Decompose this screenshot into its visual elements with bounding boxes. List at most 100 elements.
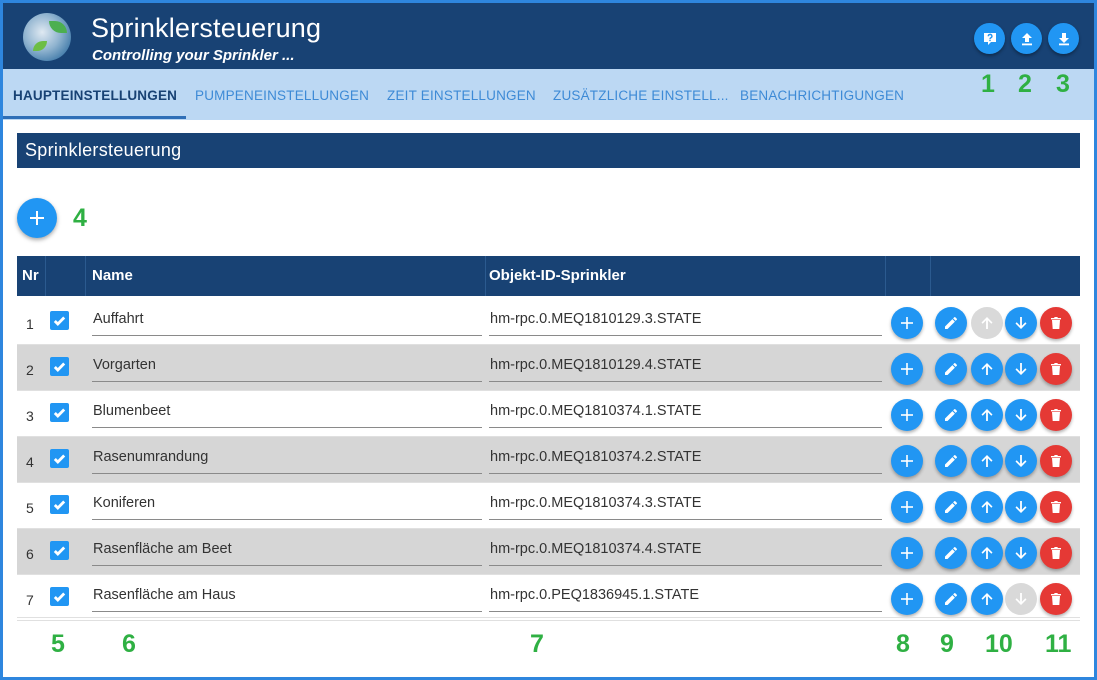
name-input[interactable]: Rasenumrandung xyxy=(92,446,482,474)
help-button[interactable] xyxy=(974,23,1005,54)
delete-button[interactable] xyxy=(1040,583,1072,615)
annotation-2: 2 xyxy=(1018,70,1032,98)
edit-button[interactable] xyxy=(935,537,967,569)
object-id-input[interactable]: hm-rpc.0.MEQ1810374.4.STATE xyxy=(489,538,882,566)
move-down-button[interactable] xyxy=(1005,399,1037,431)
delete-button[interactable] xyxy=(1040,353,1072,385)
object-id-input[interactable]: hm-rpc.0.MEQ1810374.1.STATE xyxy=(489,400,882,428)
add-row-button[interactable] xyxy=(891,307,923,339)
column-header-nr: Nr xyxy=(22,267,39,284)
enabled-checkbox[interactable] xyxy=(50,449,69,468)
table-row: 4 Rasenumrandung hm-rpc.0.MEQ1810374.2.STA… xyxy=(17,437,1080,483)
column-divider xyxy=(85,256,86,296)
delete-button[interactable] xyxy=(1040,491,1072,523)
tab-zeit-einstellungen[interactable]: ZEIT EINSTELLUNGEN xyxy=(387,69,536,120)
object-id-input[interactable]: hm-rpc.0.MEQ1810374.2.STATE xyxy=(489,446,882,474)
plus-icon xyxy=(30,211,44,225)
table-row: 1 Auffahrt hm-rpc.0.MEQ1810129.3.STATE xyxy=(17,299,1080,345)
move-down-button[interactable] xyxy=(1005,353,1037,385)
edit-button[interactable] xyxy=(935,491,967,523)
annotation-5: 5 xyxy=(51,630,65,658)
checkmark-icon xyxy=(53,454,66,464)
move-down-button xyxy=(1005,583,1037,615)
plus-icon xyxy=(901,363,913,375)
enabled-checkbox[interactable] xyxy=(50,587,69,606)
arrow-down-icon xyxy=(1015,593,1027,605)
edit-button[interactable] xyxy=(935,399,967,431)
pencil-icon xyxy=(945,408,958,421)
add-sprinkler-button[interactable] xyxy=(17,198,57,238)
tab-pumpeneinstellungen[interactable]: PUMPENEINSTELLUNGEN xyxy=(195,69,369,120)
column-divider xyxy=(930,256,931,296)
row-number: 5 xyxy=(26,500,34,516)
row-number: 7 xyxy=(26,592,34,608)
pencil-icon xyxy=(945,592,958,605)
trash-icon xyxy=(1051,547,1061,559)
move-down-button[interactable] xyxy=(1005,491,1037,523)
move-down-button[interactable] xyxy=(1005,537,1037,569)
annotation-4: 4 xyxy=(73,204,87,232)
row-number: 6 xyxy=(26,546,34,562)
pencil-icon xyxy=(945,316,958,329)
edit-button[interactable] xyxy=(935,353,967,385)
trash-icon xyxy=(1051,455,1061,467)
arrow-up-icon xyxy=(981,455,993,467)
name-input[interactable]: Rasenfläche am Haus xyxy=(92,584,482,612)
add-row-button[interactable] xyxy=(891,445,923,477)
tab-benachrichtigungen[interactable]: BENACHRICHTIGUNGEN xyxy=(740,69,904,120)
object-id-input[interactable]: hm-rpc.0.MEQ1810129.4.STATE xyxy=(489,354,882,382)
edit-button[interactable] xyxy=(935,583,967,615)
table-row: 3 Blumenbeet hm-rpc.0.MEQ1810374.1.STATE xyxy=(17,391,1080,437)
delete-button[interactable] xyxy=(1040,537,1072,569)
edit-button[interactable] xyxy=(935,445,967,477)
table-row: 2 Vorgarten hm-rpc.0.MEQ1810129.4.STATE xyxy=(17,345,1080,391)
plus-icon xyxy=(901,547,913,559)
tab-haupteinstellungen[interactable]: HAUPTEINSTELLUNGEN xyxy=(13,69,177,120)
enabled-checkbox[interactable] xyxy=(50,357,69,376)
table-bottom-divider xyxy=(17,617,1080,618)
row-number: 4 xyxy=(26,454,34,470)
tab-bar: HAUPTEINSTELLUNGEN PUMPENEINSTELLUNGEN Z… xyxy=(3,69,1094,120)
row-number: 1 xyxy=(26,316,34,332)
add-row-button[interactable] xyxy=(891,399,923,431)
add-row-button[interactable] xyxy=(891,537,923,569)
move-up-button[interactable] xyxy=(971,537,1003,569)
upload-button[interactable] xyxy=(1011,23,1042,54)
enabled-checkbox[interactable] xyxy=(50,403,69,422)
name-input[interactable]: Koniferen xyxy=(92,492,482,520)
enabled-checkbox[interactable] xyxy=(50,541,69,560)
app-title: Sprinklersteuerung xyxy=(91,13,322,43)
delete-button[interactable] xyxy=(1040,399,1072,431)
enabled-checkbox[interactable] xyxy=(50,311,69,330)
column-divider xyxy=(485,256,486,296)
object-id-input[interactable]: hm-rpc.0.PEQ1836945.1.STATE xyxy=(489,584,882,612)
upload-icon xyxy=(1021,32,1032,45)
add-row-button[interactable] xyxy=(891,491,923,523)
move-up-button[interactable] xyxy=(971,445,1003,477)
move-down-button[interactable] xyxy=(1005,307,1037,339)
enabled-checkbox[interactable] xyxy=(50,495,69,514)
download-button[interactable] xyxy=(1048,23,1079,54)
object-id-input[interactable]: hm-rpc.0.MEQ1810374.3.STATE xyxy=(489,492,882,520)
add-row-button[interactable] xyxy=(891,583,923,615)
edit-button[interactable] xyxy=(935,307,967,339)
move-up-button[interactable] xyxy=(971,353,1003,385)
move-down-button[interactable] xyxy=(1005,445,1037,477)
name-input[interactable]: Auffahrt xyxy=(92,308,482,336)
name-input[interactable]: Vorgarten xyxy=(92,354,482,382)
plus-icon xyxy=(901,455,913,467)
arrow-down-icon xyxy=(1015,501,1027,513)
name-input[interactable]: Blumenbeet xyxy=(92,400,482,428)
name-input[interactable]: Rasenfläche am Beet xyxy=(92,538,482,566)
plus-icon xyxy=(901,409,913,421)
object-id-input[interactable]: hm-rpc.0.MEQ1810129.3.STATE xyxy=(489,308,882,336)
move-up-button[interactable] xyxy=(971,399,1003,431)
delete-button[interactable] xyxy=(1040,307,1072,339)
delete-button[interactable] xyxy=(1040,445,1072,477)
column-divider xyxy=(885,256,886,296)
add-row-button[interactable] xyxy=(891,353,923,385)
move-up-button xyxy=(971,307,1003,339)
move-up-button[interactable] xyxy=(971,491,1003,523)
tab-zusaetzliche-einstellungen[interactable]: ZUSÄTZLICHE EINSTELL... xyxy=(553,69,729,120)
move-up-button[interactable] xyxy=(971,583,1003,615)
